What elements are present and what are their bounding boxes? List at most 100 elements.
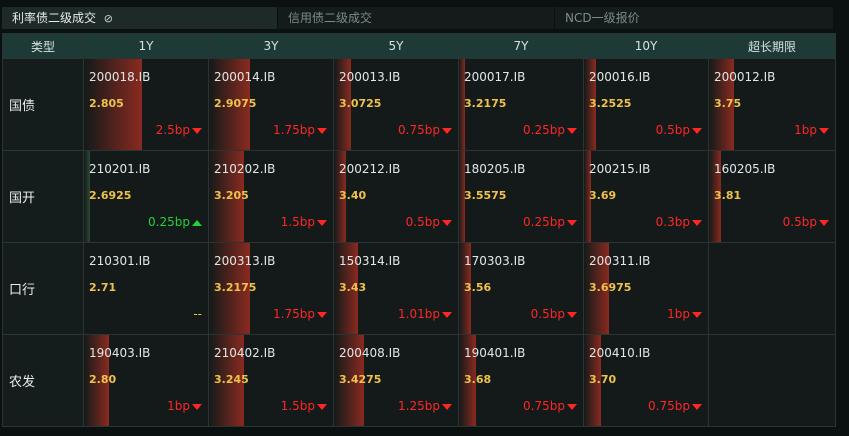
arrow-down-icon [442, 127, 452, 134]
tab-credit-secondary[interactable]: 信用债二级成交 [278, 7, 555, 29]
bond-yield: 3.5575 [464, 189, 507, 202]
bond-code: 200016.IB [589, 70, 651, 84]
bond-cell[interactable]: 150314.IB 3.43 1.01bp [334, 243, 458, 334]
bond-cell[interactable]: 200014.IB 2.9075 1.75bp [209, 59, 333, 150]
bond-cell[interactable]: 200311.IB 3.6975 1bp [584, 243, 708, 334]
bond-yield: 3.75 [714, 97, 742, 110]
tab-bar: 利率债二级成交 ⊖ 信用债二级成交 NCD一级报价 [2, 7, 834, 29]
change-value: 2.5bp [155, 123, 190, 137]
bond-cell[interactable]: 200215.IB 3.69 0.3bp [584, 151, 708, 242]
arrow-down-icon [442, 403, 452, 410]
change-value: 1.75bp [273, 307, 315, 321]
arrow-down-icon [692, 311, 702, 318]
column-header-type: 类型 [3, 34, 83, 58]
bond-cell[interactable]: 200410.IB 3.70 0.75bp [584, 335, 708, 426]
tab-rates-secondary[interactable]: 利率债二级成交 ⊖ [2, 7, 278, 29]
empty-cell [709, 243, 835, 334]
arrow-down-icon [317, 403, 327, 410]
yield-change: 0.25bp [523, 215, 577, 229]
bond-cell[interactable]: 200408.IB 3.4275 1.25bp [334, 335, 458, 426]
tab-label: 信用债二级成交 [288, 11, 373, 25]
bond-code: 150314.IB [339, 254, 401, 268]
bond-cell[interactable]: 190401.IB 3.68 0.75bp [459, 335, 583, 426]
bond-code: 200215.IB [589, 162, 651, 176]
arrow-down-icon [692, 219, 702, 226]
yield-change: 0.5bp [656, 123, 702, 137]
row-label: 国开 [3, 151, 83, 242]
yield-change: 1.01bp [398, 307, 452, 321]
bond-cell[interactable]: 200313.IB 3.2175 1.75bp [209, 243, 333, 334]
bond-code: 200017.IB [464, 70, 526, 84]
bond-cell[interactable]: 200012.IB 3.75 1bp [709, 59, 835, 150]
bond-code: 200018.IB [89, 70, 151, 84]
yield-change: 0.25bp [523, 123, 577, 137]
yield-change: 0.5bp [531, 307, 577, 321]
bond-yield: 3.0725 [339, 97, 382, 110]
bond-code: 200014.IB [214, 70, 276, 84]
column-header-10y: 10Y [584, 34, 708, 58]
yield-change: 1bp [667, 307, 702, 321]
change-value: 1bp [667, 307, 690, 321]
bond-yield: 3.2175 [464, 97, 507, 110]
link-icon[interactable]: ⊖ [98, 8, 120, 30]
change-value: 0.5bp [655, 123, 690, 137]
arrow-up-icon [192, 219, 202, 226]
change-value: 0.75bp [523, 399, 565, 413]
yield-change: 1.75bp [273, 307, 327, 321]
bond-yield: 2.71 [89, 281, 117, 294]
bond-cell[interactable]: 200212.IB 3.40 0.5bp [334, 151, 458, 242]
change-value: 1.5bp [280, 215, 315, 229]
bond-code: 200013.IB [339, 70, 401, 84]
yield-change: 0.75bp [648, 399, 702, 413]
arrow-down-icon [317, 219, 327, 226]
change-value: 0.5bp [782, 215, 817, 229]
bond-cell[interactable]: 200018.IB 2.805 2.5bp [84, 59, 208, 150]
bond-cell[interactable]: 200017.IB 3.2175 0.25bp [459, 59, 583, 150]
bond-cell[interactable]: 200013.IB 3.0725 0.75bp [334, 59, 458, 150]
yield-change: 0.25bp [148, 215, 202, 229]
yield-change: 1.25bp [398, 399, 452, 413]
bond-code: 210402.IB [214, 346, 276, 360]
bond-cell[interactable]: 210301.IB 2.71 -- [84, 243, 208, 334]
arrow-down-icon [442, 311, 452, 318]
bond-code: 210301.IB [89, 254, 151, 268]
change-value: 0.25bp [523, 123, 565, 137]
bond-yield: 3.70 [589, 373, 617, 386]
yield-change: 0.5bp [406, 215, 452, 229]
tab-ncd-primary[interactable]: NCD一级报价 [555, 7, 834, 29]
yield-change: 2.5bp [156, 123, 202, 137]
yield-change: 1.75bp [273, 123, 327, 137]
bond-cell[interactable]: 210202.IB 3.205 1.5bp [209, 151, 333, 242]
arrow-down-icon [692, 403, 702, 410]
yield-change: 0.75bp [398, 123, 452, 137]
bond-yield: 3.40 [339, 189, 367, 202]
bond-yield: 2.805 [89, 97, 124, 110]
yield-change: 0.3bp [656, 215, 702, 229]
change-value: 1.01bp [398, 307, 440, 321]
column-header-ultra-long: 超长期限 [709, 34, 835, 58]
column-header-3y: 3Y [209, 34, 333, 58]
arrow-down-icon [192, 403, 202, 410]
bond-cell[interactable]: 180205.IB 3.5575 0.25bp [459, 151, 583, 242]
bond-cell[interactable]: 190403.IB 2.80 1bp [84, 335, 208, 426]
bond-code: 200408.IB [339, 346, 401, 360]
bond-cell[interactable]: 210402.IB 3.245 1.5bp [209, 335, 333, 426]
change-value: 0.5bp [405, 215, 440, 229]
yield-change: -- [193, 307, 202, 321]
bond-cell[interactable]: 200016.IB 3.2525 0.5bp [584, 59, 708, 150]
bond-code: 160205.IB [714, 162, 776, 176]
bond-cell[interactable]: 210201.IB 2.6925 0.25bp [84, 151, 208, 242]
bond-code: 210201.IB [89, 162, 151, 176]
arrow-down-icon [442, 219, 452, 226]
bond-code: 200313.IB [214, 254, 276, 268]
empty-cell [709, 335, 835, 426]
change-value: 0.5bp [530, 307, 565, 321]
bond-cell[interactable]: 160205.IB 3.81 0.5bp [709, 151, 835, 242]
bond-cell[interactable]: 170303.IB 3.56 0.5bp [459, 243, 583, 334]
row-label: 口行 [3, 243, 83, 334]
arrow-down-icon [692, 127, 702, 134]
bond-yield: 3.43 [339, 281, 367, 294]
change-value: 0.25bp [148, 215, 190, 229]
bond-yield: 3.56 [464, 281, 492, 294]
change-value: 1.25bp [398, 399, 440, 413]
